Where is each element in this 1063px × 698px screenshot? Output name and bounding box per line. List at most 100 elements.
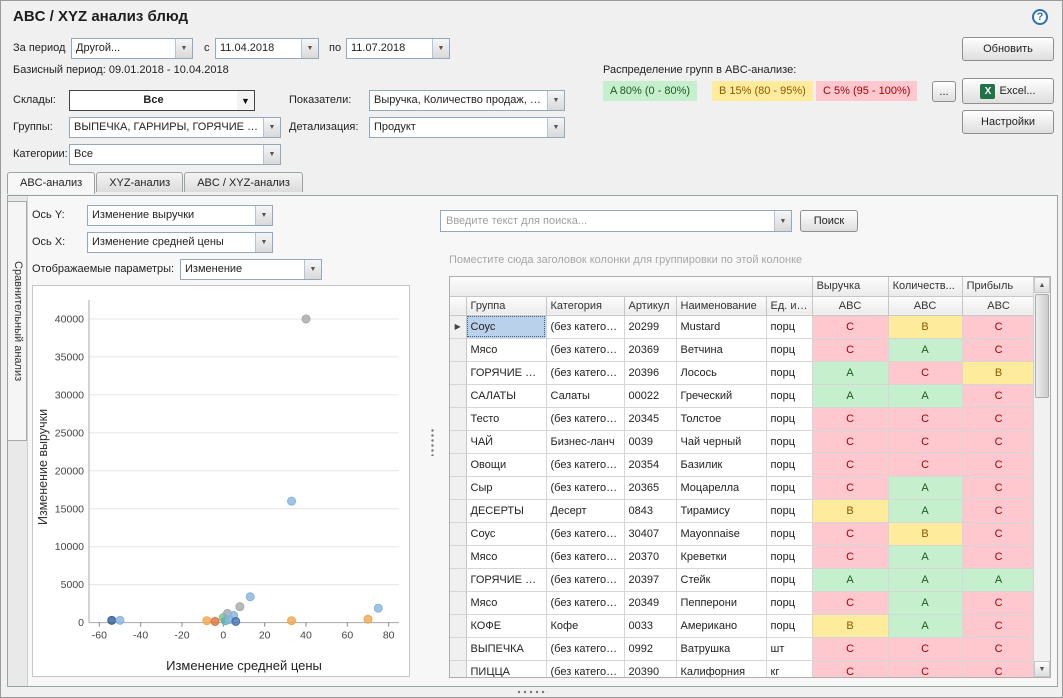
chevron-down-icon[interactable]: ▼ [175,39,192,58]
cell-name[interactable]: Американо [676,614,766,637]
cell-group[interactable]: ЧАЙ [466,430,546,453]
scatter-point[interactable] [108,616,116,624]
header-profit-group[interactable]: Прибыль [962,277,1035,296]
scatter-point[interactable] [236,603,244,611]
cell-abc-profit[interactable]: C [962,499,1035,522]
table-row[interactable]: ВЫПЕЧКА(без категор...0992ВатрушкаштCCC [450,637,1035,660]
cell-category[interactable]: Кофе [546,614,624,637]
cell-group[interactable]: Овощи [466,453,546,476]
header-revenue-group[interactable]: Выручка [812,277,888,296]
cell-category[interactable]: (без категор... [546,453,624,476]
cell-article[interactable]: 20370 [624,545,676,568]
cell-group[interactable]: КОФЕ [466,614,546,637]
cell-abc-revenue[interactable]: C [812,430,888,453]
table-row[interactable]: Мясо(без категор...20370КреветкипорцCAC [450,545,1035,568]
cell-abc-quantity[interactable]: A [888,614,962,637]
scroll-up-icon[interactable]: ▲ [1034,277,1050,293]
tab-comparative-analysis[interactable]: Сравнительный анализ [8,201,27,441]
cell-abc-profit[interactable]: C [962,522,1035,545]
header-abc-revenue[interactable]: ABC [812,296,888,315]
cell-group[interactable]: ГОРЯЧИЕ БЛ... [466,568,546,591]
cell-name[interactable]: Ветчина [676,338,766,361]
chevron-down-icon[interactable]: ▼ [255,206,272,225]
cell-article[interactable]: 0992 [624,637,676,660]
cell-name[interactable]: Базилик [676,453,766,476]
cell-abc-quantity[interactable]: A [888,568,962,591]
table-row[interactable]: Овощи(без категор...20354БазиликпорцCCC [450,453,1035,476]
cell-abc-profit[interactable]: A [962,568,1035,591]
table-row[interactable]: КОФЕКофе0033АмериканопорцBAC [450,614,1035,637]
cell-article[interactable]: 20397 [624,568,676,591]
header-quantity-group[interactable]: Количеств... [888,277,962,296]
table-row[interactable]: ДЕСЕРТЫДесерт0843ТирамисупорцBAC [450,499,1035,522]
header-group[interactable]: Группа [466,296,546,315]
table-row[interactable]: Соус(без категор...30407MayonnaiseпорцCB… [450,522,1035,545]
scrollbar-thumb[interactable] [1035,294,1049,398]
cell-group[interactable]: Тесто [466,407,546,430]
cell-group[interactable]: Сыр [466,476,546,499]
cell-article[interactable]: 00022 [624,384,676,407]
header-abc-quantity[interactable]: ABC [888,296,962,315]
cell-unit[interactable]: шт [766,637,812,660]
tab-xyz-analysis[interactable]: XYZ-анализ [96,172,183,192]
cell-abc-profit[interactable]: C [962,338,1035,361]
chevron-down-icon[interactable]: ▼ [263,145,280,164]
vertical-scrollbar[interactable]: ▲ ▼ [1033,277,1050,677]
header-name[interactable]: Наименование [676,296,766,315]
cell-category[interactable]: (без категор... [546,407,624,430]
cell-name[interactable]: Ватрушка [676,637,766,660]
cell-article[interactable]: 0039 [624,430,676,453]
search-input[interactable] [441,211,774,231]
cell-abc-profit[interactable]: C [962,660,1035,678]
cell-category[interactable]: Бизнес-ланч [546,430,624,453]
cell-abc-profit[interactable]: C [962,407,1035,430]
cell-abc-quantity[interactable]: A [888,476,962,499]
cell-abc-quantity[interactable]: A [888,384,962,407]
chevron-down-icon[interactable]: ▼ [432,39,449,58]
cell-unit[interactable]: порц [766,545,812,568]
cell-unit[interactable]: порц [766,499,812,522]
cell-unit[interactable]: порц [766,384,812,407]
cell-abc-revenue[interactable]: C [812,545,888,568]
refresh-button[interactable]: Обновить [962,37,1054,61]
panel-splitter[interactable] [428,196,436,686]
cell-category[interactable]: (без категор... [546,637,624,660]
cell-name[interactable]: Калифорния [676,660,766,678]
cell-abc-revenue[interactable]: C [812,453,888,476]
cell-group[interactable]: Соус [466,315,546,338]
cell-name[interactable]: Толстое [676,407,766,430]
cell-name[interactable]: Mayonnaise [676,522,766,545]
cell-unit[interactable]: порц [766,430,812,453]
cell-unit[interactable]: порц [766,361,812,384]
axis-y-select[interactable]: Изменение выручки ▼ [87,205,273,226]
cell-unit[interactable]: порц [766,522,812,545]
table-row[interactable]: ГОРЯЧИЕ БЛ...(без категор...20397Стейкпо… [450,568,1035,591]
chevron-down-icon[interactable]: ▼ [547,91,564,110]
cell-abc-profit[interactable]: C [962,545,1035,568]
cell-article[interactable]: 20396 [624,361,676,384]
cell-abc-quantity[interactable]: B [888,315,962,338]
cell-name[interactable]: Пепперони [676,591,766,614]
cell-abc-revenue[interactable]: A [812,384,888,407]
header-category[interactable]: Категория [546,296,624,315]
cell-abc-quantity[interactable]: C [888,361,962,384]
cell-article[interactable]: 30407 [624,522,676,545]
scatter-point[interactable] [302,315,310,323]
cell-category[interactable]: Десерт [546,499,624,522]
table-row[interactable]: Мясо(без категор...20349ПепперонипорцCAC [450,591,1035,614]
scatter-point[interactable] [364,615,372,623]
scatter-point[interactable] [203,617,211,625]
cell-category[interactable]: Салаты [546,384,624,407]
cell-abc-profit[interactable]: C [962,384,1035,407]
cell-name[interactable]: Чай черный [676,430,766,453]
cell-name[interactable]: Греческий [676,384,766,407]
header-abc-profit[interactable]: ABC [962,296,1035,315]
cell-article[interactable]: 20369 [624,338,676,361]
cell-abc-revenue[interactable]: B [812,614,888,637]
axis-x-select[interactable]: Изменение средней цены ▼ [87,232,273,253]
header-article[interactable]: Артикул [624,296,676,315]
cell-abc-quantity[interactable]: A [888,591,962,614]
tab-abc-xyz-analysis[interactable]: ABC / XYZ-анализ [184,172,303,192]
table-row[interactable]: Мясо(без категор...20369ВетчинапорцCAC [450,338,1035,361]
cell-category[interactable]: (без категор... [546,545,624,568]
